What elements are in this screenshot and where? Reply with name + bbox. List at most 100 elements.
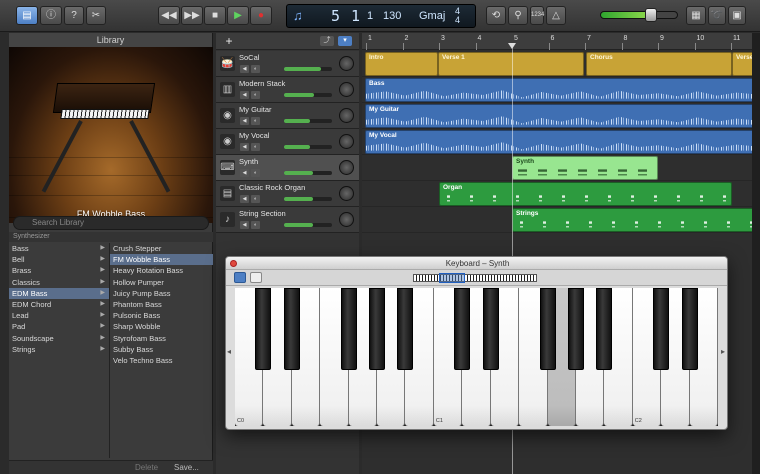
record-button[interactable]: ● [250,6,272,25]
mute-button[interactable]: ◀ [240,143,249,151]
track-lane[interactable]: My Vocal [362,129,752,155]
region[interactable]: My Vocal [365,130,752,154]
track-header[interactable]: ▤ Classic Rock Organ ◀ ◐ [216,181,359,207]
region[interactable]: Verse 1 [438,52,584,76]
category-item[interactable]: Pad ▶ [9,321,109,332]
track-volume-slider[interactable] [284,67,332,71]
black-key[interactable] [397,288,414,370]
patch-item[interactable]: Crush Stepper [110,243,213,254]
track-lane[interactable]: Bass [362,77,752,103]
region[interactable]: My Guitar [365,104,752,128]
track-lane[interactable]: Intro Verse 1 Chorus Verse [362,51,752,77]
track-lane[interactable]: Synth [362,155,752,181]
lcd-display[interactable]: ♫ 5 1 1 130 Gmaj 44 [286,4,476,28]
pan-knob[interactable] [339,82,354,97]
master-volume-slider[interactable] [600,11,678,19]
scroll-left-icon[interactable]: ◂ [227,347,231,356]
musical-typing-mode-button[interactable] [250,272,262,283]
black-key[interactable] [454,288,471,370]
close-button[interactable] [230,260,237,267]
count-in-button[interactable]: 1234 [530,6,544,25]
master-volume-knob[interactable] [645,8,657,22]
track-volume-slider[interactable] [284,171,332,175]
mute-button[interactable]: ◀ [240,91,249,99]
solo-button[interactable]: ◐ [251,195,260,203]
library-button[interactable]: ▤ [16,6,38,25]
pan-knob[interactable] [339,134,354,149]
category-item[interactable]: EDM Chord ▶ [9,299,109,310]
black-key[interactable] [283,288,300,370]
black-key[interactable] [681,288,698,370]
region[interactable]: Strings [512,208,752,232]
track-lane[interactable]: Organ [362,181,752,207]
library-category-header[interactable]: Synthesizer [9,232,213,242]
add-track-button[interactable]: + [222,35,236,47]
track-volume-slider[interactable] [284,197,332,201]
smart-tempo-button[interactable]: ▾ [338,36,352,46]
track-header[interactable]: ♪ String Section ◀ ◐ [216,207,359,233]
region[interactable]: Chorus [586,52,732,76]
track-volume-slider[interactable] [284,93,332,97]
track-volume-slider[interactable] [284,119,332,123]
solo-button[interactable]: ◐ [251,143,260,151]
track-volume-slider[interactable] [284,145,332,149]
fast-forward-button[interactable]: ▶▶ [181,6,203,25]
smart-controls-button[interactable]: ⓘ [40,6,62,25]
save-button[interactable]: Save... [174,463,199,472]
mute-button[interactable]: ◀ [240,65,249,73]
track-header[interactable]: ⌨ Synth ◀ ◐ [216,155,359,181]
keyboard-range-selector[interactable] [439,273,465,283]
solo-button[interactable]: ◐ [251,169,260,177]
ruler[interactable]: 1 2 3 4 5 6 7 8 9 10 11 [362,33,752,50]
patch-item[interactable]: Juicy Pump Bass [110,288,213,299]
mute-button[interactable]: ◀ [240,195,249,203]
mute-button[interactable]: ◀ [240,169,249,177]
quick-help-button[interactable]: ? [64,6,84,25]
editors-button[interactable]: ✂ [86,6,106,25]
stop-button[interactable]: ■ [204,6,226,25]
keyboard-range-overview[interactable] [413,274,537,282]
loop-browser-button[interactable]: ➰ [708,6,726,25]
track-header[interactable]: 🥁 SoCal ◀ ◐ [216,51,359,77]
region[interactable]: Bass [365,78,752,102]
pan-knob[interactable] [339,160,354,175]
region[interactable]: Synth [512,156,658,180]
pan-knob[interactable] [339,56,354,71]
media-browser-button[interactable]: ▣ [728,6,746,25]
black-key[interactable] [255,288,272,370]
region[interactable]: Intro [365,52,438,76]
notepad-button[interactable]: ▦ [686,6,706,25]
patch-item[interactable]: Heavy Rotation Bass [110,265,213,276]
category-item[interactable]: Brass ▶ [9,265,109,276]
solo-button[interactable]: ◐ [251,65,260,73]
black-key[interactable] [567,288,584,370]
category-item[interactable]: Classics ▶ [9,277,109,288]
automation-button[interactable]: ⤴ [320,36,334,46]
solo-button[interactable]: ◐ [251,221,260,229]
cycle-button[interactable]: ⟲ [486,6,506,25]
patch-item[interactable]: Subby Bass [110,344,213,355]
black-key[interactable] [653,288,670,370]
black-key[interactable] [482,288,499,370]
patch-item[interactable]: Hollow Pumper [110,277,213,288]
playhead-handle[interactable] [508,43,516,49]
region[interactable]: Organ [439,182,732,206]
delete-button[interactable]: Delete [135,463,158,472]
black-key[interactable] [596,288,613,370]
black-key[interactable] [539,288,556,370]
vertical-scrollbar[interactable] [752,33,760,474]
category-item[interactable]: EDM Bass ▶ [9,287,109,299]
metronome-button[interactable]: △ [546,6,566,25]
category-item[interactable]: Bass ▶ [9,243,109,254]
track-header[interactable]: ▥ Modern Stack ◀ ◐ [216,77,359,103]
solo-button[interactable]: ◐ [251,91,260,99]
track-volume-slider[interactable] [284,223,332,227]
track-lane[interactable]: Strings [362,207,752,233]
pan-knob[interactable] [339,212,354,227]
region[interactable]: Verse [732,52,752,76]
pan-knob[interactable] [339,108,354,123]
tuner-button[interactable]: ⚲ [508,6,528,25]
library-search-input[interactable]: Search Library [13,216,209,230]
category-item[interactable]: Lead ▶ [9,310,109,321]
patch-item[interactable]: Phantom Bass [110,299,213,310]
